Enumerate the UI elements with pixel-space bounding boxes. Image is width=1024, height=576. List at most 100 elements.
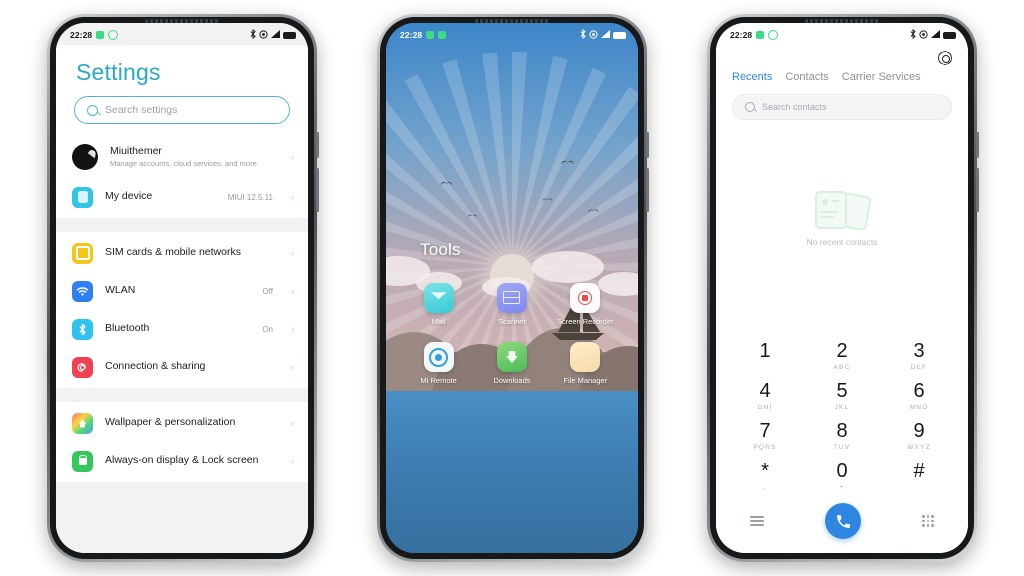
keypad-row: 4 GHI 5 JKL 6 MNO [734,381,950,412]
bird-icon [588,209,598,214]
key-letters: WXYZ [907,444,931,451]
app-label: Scanner [498,316,526,326]
key-0[interactable]: 0 + [811,461,873,492]
app-mail[interactable]: Mail [408,282,470,326]
bird-icon [468,214,477,219]
phones-stage: 22:28 Settings Search settings Miuitheme… [0,0,1024,576]
sidebar-item-lock-screen[interactable]: Always-on display & Lock screen › [56,442,308,480]
app-scanner[interactable]: Scanner [481,282,543,326]
chevron-right-icon: › [291,418,294,428]
app-mi-remote[interactable]: Mi Remote [408,342,470,385]
row-value: On [262,324,273,334]
chevron-right-icon: › [291,152,294,162]
dialer-bottom-bar [716,501,968,553]
menu-icon[interactable] [750,516,764,526]
empty-state-text: No recent contacts [806,236,878,247]
key-5[interactable]: 5 JKL [811,381,873,412]
key-2[interactable]: 2 ABC [811,341,873,372]
settings-header: Settings Search settings [56,45,308,134]
contact-cards-icon [815,189,872,231]
battery-icon [613,31,626,39]
cloud-shape [532,250,605,283]
app-label: Downloads [493,376,531,386]
key-7[interactable]: 7 PQRS [734,421,796,452]
tab-recents[interactable]: Recents [732,71,772,83]
sidebar-item-bluetooth[interactable]: Bluetooth On › [56,310,308,348]
sidebar-item-wallpaper[interactable]: Wallpaper & personalization › [56,404,308,442]
app-downloads[interactable]: Downloads [481,342,543,385]
volume-button[interactable] [316,132,319,158]
key-digit: 3 [913,340,925,362]
key-4[interactable]: 4 GHI [734,381,796,412]
whatsapp-badge-icon [756,31,765,39]
app-label: Mail [431,316,446,326]
keypad-icon[interactable] [922,515,934,527]
battery-icon [943,31,956,39]
app-file-manager[interactable]: File Manager [554,342,616,385]
key-digit: * [761,460,769,482]
call-button[interactable] [825,503,861,539]
row-label: Connection & sharing [105,360,206,373]
search-placeholder: Search settings [105,104,178,116]
sea [386,391,638,553]
phone-settings: 22:28 Settings Search settings Miuitheme… [47,14,319,562]
power-button[interactable] [646,168,649,212]
bird-icon [562,160,574,167]
account-avatar [72,144,98,170]
row-label: Miuithemer [110,145,162,158]
app-label: File Manager [563,376,608,386]
key-3[interactable]: 3 DEF [888,341,950,372]
mi-remote-icon [423,342,454,373]
chevron-right-icon: › [291,456,294,466]
signal-icon [271,30,280,40]
power-button[interactable] [316,168,319,212]
tab-contacts[interactable]: Contacts [785,71,828,83]
app-badge-icon [438,31,447,39]
location-icon [919,29,928,41]
wallpaper-icon [72,412,93,434]
whatsapp-badge-icon [426,31,435,39]
status-bar: 22:28 [56,23,308,45]
volume-button[interactable] [976,132,979,158]
key-6[interactable]: 6 MNO [888,381,950,412]
sidebar-item-my-device[interactable]: My device MIUI 12.5.11 › [56,178,308,216]
power-button[interactable] [976,168,979,212]
key-8[interactable]: 8 TUV [811,421,873,452]
key-9[interactable]: 9 WXYZ [888,421,950,452]
folder-title: Tools [420,240,461,260]
gear-icon [938,51,952,65]
wlan-icon [72,280,93,302]
tab-carrier-services[interactable]: Carrier Services [842,71,921,83]
key-star[interactable]: * , [734,461,796,492]
dialer-tabs: Recents Contacts Carrier Services [716,65,968,83]
volume-button[interactable] [646,132,649,158]
row-label: Always-on display & Lock screen [105,454,259,467]
key-hash[interactable]: # [888,461,950,492]
phone-screen-dialer: 22:28 Recents Contacts Carrier Services … [716,23,968,553]
chevron-right-icon: › [291,192,294,202]
key-letters: MNO [909,404,929,411]
app-screen-recorder[interactable]: Screen Recorder [554,282,616,326]
search-settings-input[interactable]: Search settings [74,96,290,124]
whatsapp-badge-icon [96,31,105,39]
status-bar-left: 22:28 [70,30,119,40]
sidebar-item-sim-cards[interactable]: SIM cards & mobile networks › [56,234,308,272]
status-time: 22:28 [70,30,93,40]
sidebar-item-account[interactable]: Miuithemer Manage accounts, cloud servic… [56,136,308,178]
phone-home: 22:28 Tools Mail Scanner Screen Recorder… [377,14,649,562]
app-label: Screen Recorder [556,316,614,326]
key-letters: JKL [834,404,850,411]
row-sublabel: Manage accounts, cloud services, and mor… [110,159,257,169]
sidebar-item-connection-sharing[interactable]: Connection & sharing › [56,348,308,386]
key-digit: 9 [913,420,925,442]
key-1[interactable]: 1 [734,341,796,372]
battery-icon [283,31,296,39]
settings-list[interactable]: Miuithemer Manage accounts, cloud servic… [56,134,308,553]
search-contacts-input[interactable]: Search contacts [732,94,952,120]
app-grid: Mail Scanner Screen Recorder Mi Remote D… [386,282,638,402]
sidebar-item-wlan[interactable]: WLAN Off › [56,272,308,310]
dialer-settings-button[interactable] [716,45,968,65]
chevron-right-icon: › [291,286,294,296]
bluetooth-icon [250,29,256,41]
key-digit: 8 [836,420,848,442]
